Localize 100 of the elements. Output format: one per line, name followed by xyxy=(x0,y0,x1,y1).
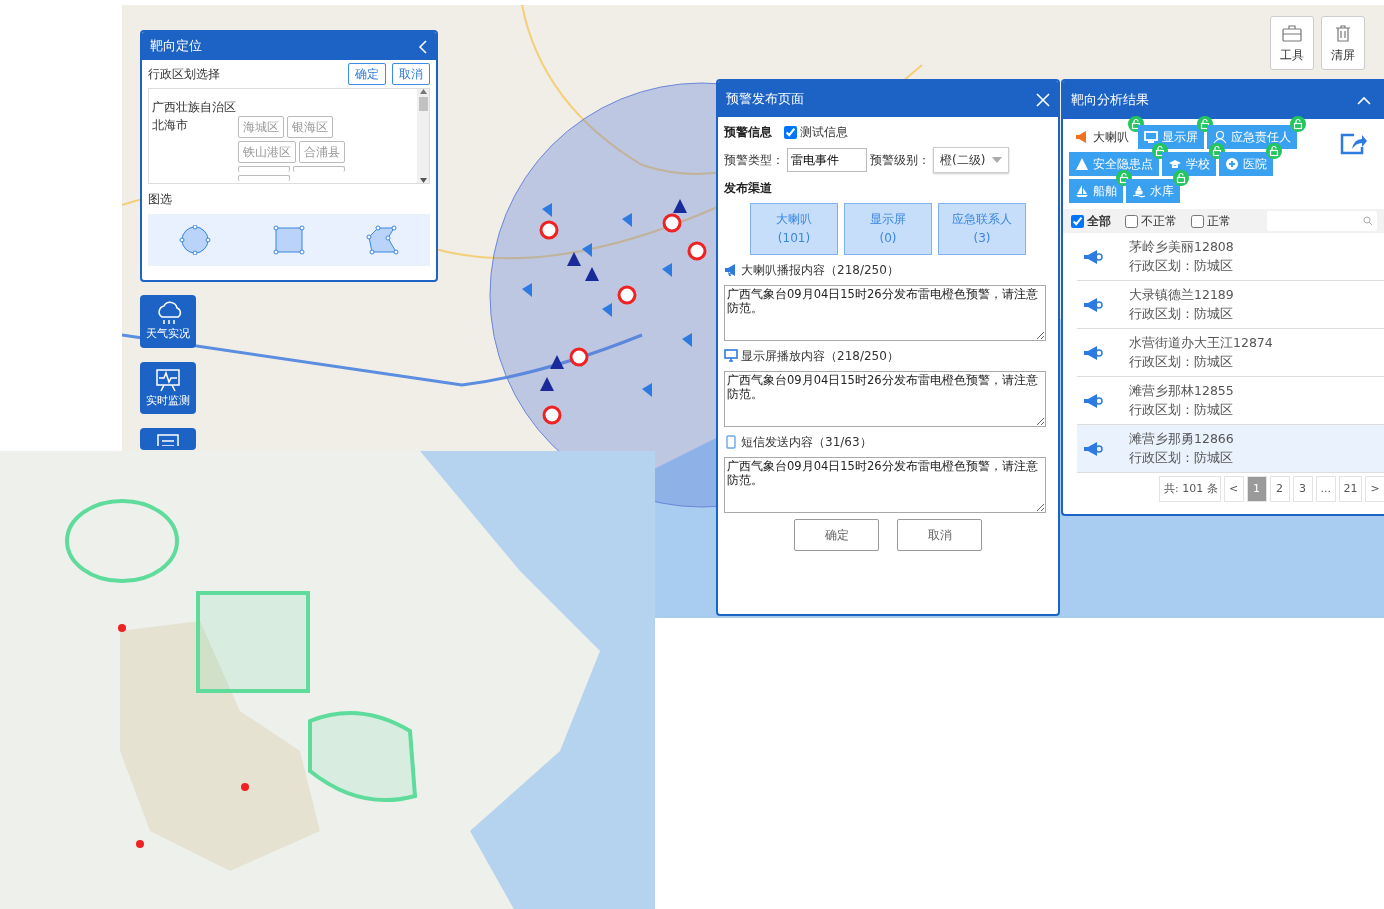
content-label: 短信发送内容（31/63） xyxy=(741,434,872,451)
search-icon xyxy=(1363,216,1373,226)
triangle-marker-icon[interactable] xyxy=(567,252,581,266)
item-name: 滩营乡那勇12866 xyxy=(1129,429,1234,448)
level-select[interactable]: 橙(二级) xyxy=(933,147,1009,173)
list-icon xyxy=(154,432,182,446)
phone-icon xyxy=(724,435,738,449)
filter-checkbox[interactable] xyxy=(1125,214,1138,228)
scrollbar-thumb[interactable] xyxy=(418,97,428,111)
boat-icon xyxy=(1075,184,1089,198)
triangle-marker-icon[interactable] xyxy=(673,199,687,213)
field-label: 预警类型： xyxy=(724,152,784,169)
tool-button[interactable]: 清屏 xyxy=(1321,16,1365,70)
checkbox-label: 全部 xyxy=(1087,213,1111,230)
prev-page-button[interactable]: < xyxy=(1223,476,1244,502)
section-label: 发布渠道 xyxy=(724,180,773,197)
page-button[interactable]: ... xyxy=(1315,476,1336,502)
result-item[interactable]: 大录镇德兰12189 行政区划：防城区 xyxy=(1077,281,1384,329)
side-button[interactable]: 实时监测 xyxy=(140,362,196,414)
lock-icon xyxy=(1266,143,1282,159)
chevron-left-icon xyxy=(418,39,428,54)
megaphone-icon xyxy=(724,263,738,277)
side-button[interactable]: 天气实况 xyxy=(140,295,196,348)
item-region: 行政区划：防城区 xyxy=(1129,448,1234,467)
collapse-button[interactable] xyxy=(418,38,428,54)
item-name: 大录镇德兰12189 xyxy=(1129,285,1234,304)
result-item[interactable]: 茅岭乡美丽12808 行政区划：防城区 xyxy=(1077,233,1384,281)
item-region: 行政区划：防城区 xyxy=(1129,256,1234,275)
content-label: 大喇叭播报内容（218/250） xyxy=(741,262,899,279)
content-textarea[interactable]: 广西气象台09月04日15时26分发布雷电橙色预警，请注意防范。 xyxy=(724,457,1046,513)
warning-icon xyxy=(1075,157,1089,171)
side-button[interactable] xyxy=(140,428,196,450)
export-icon xyxy=(1340,132,1368,156)
monitor-icon xyxy=(724,349,738,363)
filter-checkbox[interactable] xyxy=(1191,214,1204,228)
circle-select-icon[interactable] xyxy=(178,225,213,255)
triangle-marker-icon[interactable] xyxy=(550,355,564,369)
item-name: 滩营乡那林12855 xyxy=(1129,381,1234,400)
circle-marker-icon[interactable] xyxy=(569,347,589,367)
section-label: 预警信息 xyxy=(724,124,772,141)
monitor-chart-icon xyxy=(154,366,182,393)
page-button[interactable]: 2 xyxy=(1269,476,1290,502)
tree-item[interactable]: 北海市 xyxy=(152,116,238,181)
scrollbar[interactable] xyxy=(417,89,429,183)
content-label: 显示屏播放内容（218/250） xyxy=(741,348,899,365)
item-name: 茅岭乡美丽12808 xyxy=(1129,237,1234,256)
cancel-button[interactable]: 取消 xyxy=(392,63,430,85)
section-label: 行政区划选择 xyxy=(148,66,220,83)
megaphone-marker-icon[interactable] xyxy=(662,263,672,277)
megaphone-marker-icon[interactable] xyxy=(602,303,612,317)
test-checkbox[interactable] xyxy=(784,125,797,139)
filter-checkbox[interactable] xyxy=(1071,214,1084,228)
circle-marker-icon[interactable] xyxy=(687,241,707,261)
section-label: 图选 xyxy=(148,191,173,208)
confirm-button[interactable]: 确定 xyxy=(794,519,879,551)
chevron-up-icon xyxy=(1357,96,1371,105)
close-button[interactable] xyxy=(1036,91,1050,107)
monitor-icon xyxy=(1144,130,1158,144)
megaphone-marker-icon[interactable] xyxy=(522,283,532,297)
confirm-button[interactable]: 确定 xyxy=(348,63,386,85)
circle-marker-icon[interactable] xyxy=(542,405,562,425)
result-item[interactable]: 滩营乡那勇12866 行政区划：防城区 xyxy=(1077,425,1384,473)
item-name: 水营街道办大王江12874 xyxy=(1129,333,1273,352)
caret-icon xyxy=(992,157,1002,163)
circle-marker-icon[interactable] xyxy=(662,213,682,233)
scroll-up-icon[interactable] xyxy=(419,89,427,94)
triangle-marker-icon[interactable] xyxy=(585,267,599,281)
tree-item[interactable]: 广西壮族自治区 xyxy=(152,98,414,116)
type-field[interactable]: 雷电事件 xyxy=(787,148,867,172)
field-label: 预警级别： xyxy=(870,152,930,169)
lock-icon xyxy=(1173,170,1189,186)
circle-marker-icon[interactable] xyxy=(617,285,637,305)
total-count: 共: 101 条 xyxy=(1159,476,1221,502)
lock-icon xyxy=(1290,116,1306,132)
content-textarea[interactable]: 广西气象台09月04日15时26分发布雷电橙色预警，请注意防范。 xyxy=(724,371,1046,427)
panel-title: 靶向定位 xyxy=(150,37,202,56)
megaphone-marker-icon[interactable] xyxy=(682,333,692,347)
page-button[interactable]: 3 xyxy=(1292,476,1313,502)
person-icon xyxy=(1213,130,1227,144)
rectangle-select-icon[interactable] xyxy=(273,225,305,255)
page-button[interactable]: 21 xyxy=(1338,476,1362,502)
cancel-button[interactable]: 取消 xyxy=(897,519,982,551)
next-page-button[interactable]: > xyxy=(1365,476,1384,502)
triangle-marker-icon[interactable] xyxy=(540,377,554,391)
megaphone-marker-icon[interactable] xyxy=(542,203,552,217)
export-button[interactable] xyxy=(1339,131,1369,157)
megaphone-marker-icon[interactable] xyxy=(642,383,652,397)
tool-button[interactable]: 工具 xyxy=(1270,16,1314,70)
content-textarea[interactable]: 广西气象台09月04日15时26分发布雷电橙色预警，请注意防范。 xyxy=(724,285,1046,341)
item-region: 行政区划：防城区 xyxy=(1129,352,1234,371)
scroll-down-icon[interactable] xyxy=(419,178,427,183)
search-field[interactable] xyxy=(1267,211,1377,231)
plus-circle-icon xyxy=(1225,157,1239,171)
circle-marker-icon[interactable] xyxy=(539,220,559,240)
polygon-select-icon[interactable] xyxy=(365,225,400,255)
megaphone-marker-icon[interactable] xyxy=(582,243,592,257)
water-icon xyxy=(1132,184,1146,198)
result-item[interactable]: 水营街道办大王江12874 行政区划：防城区 xyxy=(1077,329,1384,377)
megaphone-icon xyxy=(1083,440,1103,457)
megaphone-marker-icon[interactable] xyxy=(622,213,632,227)
